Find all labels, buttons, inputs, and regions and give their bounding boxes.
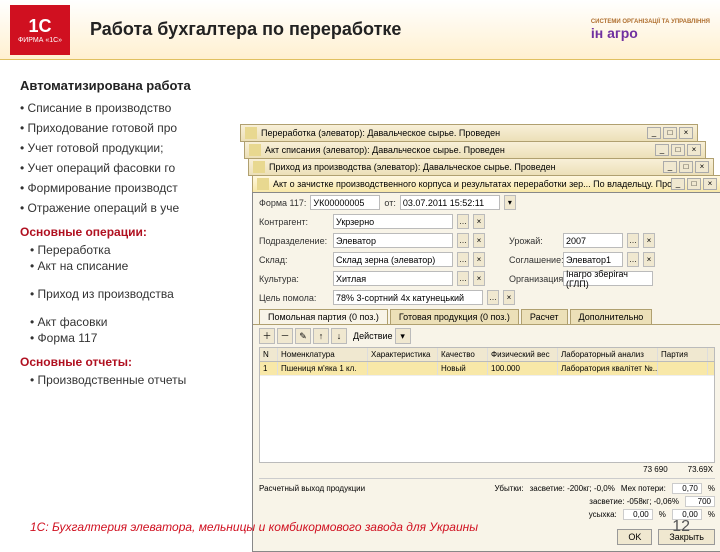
clear-icon[interactable]: × <box>473 252 485 267</box>
mech-loss-field[interactable]: 0,70 <box>672 483 702 494</box>
form117-label: Форма 117: <box>259 198 306 208</box>
doc-icon <box>257 178 269 190</box>
del-row-icon[interactable]: － <box>277 328 293 344</box>
total-2: 73.69X <box>688 465 713 474</box>
min-icon[interactable]: _ <box>655 144 669 156</box>
grid-toolbar: ＋ － ✎ ↑ ↓ Действие ▾ <box>253 325 720 347</box>
org-label: Организация: <box>509 274 559 284</box>
form-no-field[interactable]: УК00000005 <box>310 195 380 210</box>
tab-bar: Помольная партия (0 поз.) Готовая продук… <box>253 309 720 325</box>
picker-icon[interactable]: … <box>487 290 499 305</box>
tab-pomol[interactable]: Помольная партия (0 поз.) <box>259 309 388 324</box>
page-number: 12 <box>672 518 690 536</box>
doc-icon <box>249 144 261 156</box>
close-icon[interactable]: × <box>687 144 701 156</box>
totals-row: 73 690 73.69X <box>253 463 720 476</box>
org-field[interactable]: Інагро зберігач (ГЛП) <box>563 271 653 286</box>
max-icon[interactable]: □ <box>663 127 677 139</box>
contractor-field[interactable]: Укрзерно <box>333 214 453 229</box>
logo-1c: 1С ФИРМА «1С» <box>10 5 70 55</box>
clear-icon[interactable]: × <box>503 290 515 305</box>
up-icon[interactable]: ↑ <box>313 328 329 344</box>
loss-label: Убытки: <box>494 484 523 493</box>
section-subtitle: Автоматизирована работa <box>20 78 700 93</box>
window-title-4[interactable]: Акт о зачистке производственного корпуса… <box>252 175 720 193</box>
storage-field[interactable]: Склад зерна (элеватор) <box>333 252 453 267</box>
harvest-field[interactable]: 2007 <box>563 233 623 248</box>
max-icon[interactable]: □ <box>687 178 701 190</box>
picker-icon[interactable]: … <box>457 233 469 248</box>
logo-inagro: СИСТЕМИ ОРГАНІЗАЦІЇ ТА УПРАВЛІННЯ ін агр… <box>591 19 710 41</box>
add-row-icon[interactable]: ＋ <box>259 328 275 344</box>
owner-label: Соглашение: <box>509 255 559 265</box>
goal-label: Цель помола: <box>259 293 329 303</box>
window-title-1[interactable]: Переработка (элеватор): Давальческое сыр… <box>240 124 698 142</box>
grid-header: N Номенклатура Характеристика Качество Ф… <box>260 348 714 362</box>
min-icon[interactable]: _ <box>671 178 685 190</box>
clear-icon[interactable]: × <box>643 233 655 248</box>
date-picker-icon[interactable]: ▾ <box>504 195 516 210</box>
picker-icon[interactable]: … <box>457 214 469 229</box>
culture-label: Культура: <box>259 274 329 284</box>
tab-calc[interactable]: Расчет <box>521 309 568 324</box>
val-field[interactable]: 700 <box>685 496 715 507</box>
harvest-label: Урожай: <box>509 236 559 246</box>
max-icon[interactable]: □ <box>671 144 685 156</box>
footer-text: 1С: Бухгалтерия элеватора, мельницы и ко… <box>30 520 478 534</box>
slide-footer: 1С: Бухгалтерия элеватора, мельницы и ко… <box>0 518 720 536</box>
subdiv-label: Подразделение: <box>259 236 329 246</box>
tab-extra[interactable]: Дополнительно <box>570 309 653 324</box>
summary-panel: Расчетный выход продукции Убытки: засвет… <box>259 478 715 521</box>
owner-field[interactable]: Элеватор1 <box>563 252 623 267</box>
close-icon[interactable]: × <box>703 178 717 190</box>
clear-icon[interactable]: × <box>473 233 485 248</box>
clear-icon[interactable]: × <box>473 214 485 229</box>
picker-icon[interactable]: … <box>457 252 469 267</box>
down-icon[interactable]: ↓ <box>331 328 347 344</box>
contractor-label: Контрагент: <box>259 217 329 227</box>
date-field[interactable]: 03.07.2011 15:52:11 <box>400 195 500 210</box>
window-title-3[interactable]: Приход из производства (элеватор): Давал… <box>248 158 714 176</box>
window-title-2[interactable]: Акт списания (элеватор): Давальческое сы… <box>244 141 706 159</box>
doc-icon <box>245 127 257 139</box>
max-icon[interactable]: □ <box>679 161 693 173</box>
slide-header: 1С ФИРМА «1С» Работа бухгалтера по перер… <box>0 0 720 60</box>
close-icon[interactable]: × <box>695 161 709 173</box>
picker-icon[interactable]: … <box>627 233 639 248</box>
edit-row-icon[interactable]: ✎ <box>295 328 311 344</box>
min-icon[interactable]: _ <box>663 161 677 173</box>
summary-heading: Расчетный выход продукции <box>259 484 365 493</box>
window-stack: Переработка (элеватор): Давальческое сыр… <box>240 124 720 552</box>
total-1: 73 690 <box>643 465 667 474</box>
picker-icon[interactable]: … <box>457 271 469 286</box>
action-label: Действие <box>353 331 393 341</box>
table-row[interactable]: 1 Пшениця м'яка 1 кл. Новый 100.000 Лабо… <box>260 362 714 376</box>
data-grid[interactable]: N Номенклатура Характеристика Качество Ф… <box>259 347 715 463</box>
storage-label: Склад: <box>259 255 329 265</box>
picker-icon[interactable]: … <box>627 252 639 267</box>
tab-finished[interactable]: Готовая продукция (0 поз.) <box>390 309 519 324</box>
clear-icon[interactable]: × <box>473 271 485 286</box>
clear-icon[interactable]: × <box>643 252 655 267</box>
doc-icon <box>253 161 265 173</box>
close-icon[interactable]: × <box>679 127 693 139</box>
subdiv-field[interactable]: Элеватор <box>333 233 453 248</box>
culture-field[interactable]: Хитлая <box>333 271 453 286</box>
action-dropdown-icon[interactable]: ▾ <box>395 328 411 344</box>
page-title: Работа бухгалтера по переработке <box>90 19 591 40</box>
main-window: Форма 117: УК00000005 от: 03.07.2011 15:… <box>252 192 720 552</box>
goal-field[interactable]: 78% 3-сортний 4х катунецький <box>333 290 483 305</box>
from-label: от: <box>384 198 395 208</box>
bullet-0: • Списание в производство <box>20 101 700 115</box>
min-icon[interactable]: _ <box>647 127 661 139</box>
